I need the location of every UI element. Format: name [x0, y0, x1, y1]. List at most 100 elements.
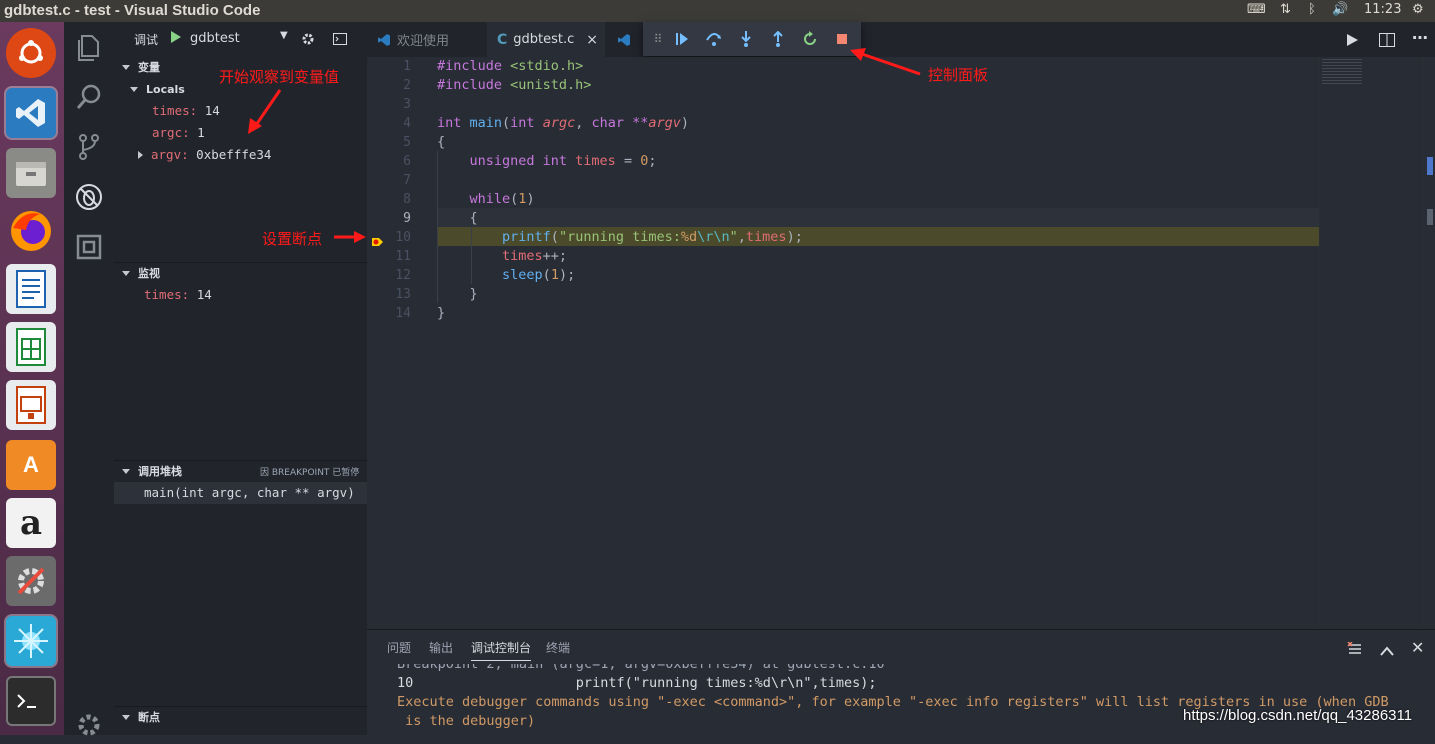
code-line: times++;	[437, 248, 568, 264]
code-line: printf("running times:%d\r\n",times);	[437, 229, 803, 245]
watch-item[interactable]: times: 14	[144, 287, 212, 302]
tab-terminal[interactable]: 终端	[546, 639, 570, 656]
line-number: 6	[403, 154, 411, 169]
editor-scrollbar[interactable]	[1423, 57, 1435, 629]
ubuntu-dash-icon[interactable]	[6, 28, 56, 78]
tab-problems[interactable]: 问题	[387, 639, 411, 656]
run-icon[interactable]	[1345, 32, 1359, 51]
amazon-icon[interactable]: a	[6, 498, 56, 548]
watch-title: 监视	[138, 267, 160, 280]
code-line: }	[437, 305, 446, 321]
explorer-icon[interactable]	[74, 32, 104, 62]
annotation-watch-vars: 开始观察到变量值	[219, 68, 340, 86]
network-icon[interactable]: ⇅	[1280, 2, 1291, 17]
chevron-down-icon[interactable]: ▼	[280, 30, 288, 41]
annotation-breakpoint: 设置断点	[262, 230, 323, 248]
impress-icon[interactable]	[6, 380, 56, 430]
code-line: }	[437, 286, 478, 302]
more-actions-icon[interactable]: ⋯	[1412, 28, 1428, 47]
code-line: #include <stdio.h>	[437, 58, 584, 74]
system-settings-icon[interactable]	[6, 556, 56, 606]
tab-gdbtest[interactable]: C gdbtest.c ×	[487, 22, 605, 57]
calc-icon[interactable]	[6, 322, 56, 372]
close-icon[interactable]: ×	[586, 32, 598, 48]
variables-title: 变量	[138, 61, 160, 74]
close-panel-icon[interactable]: ✕	[1411, 638, 1424, 657]
tab-welcome[interactable]: 欢迎使用	[367, 22, 485, 57]
callstack-section-header[interactable]: 调用堆栈 因 BREAKPOINT 已暂停	[114, 460, 367, 482]
writer-icon[interactable]	[6, 264, 56, 314]
vscode-file-icon	[378, 33, 390, 46]
variable-item[interactable]: times: 14	[152, 103, 220, 118]
gear-icon[interactable]	[301, 32, 315, 49]
clock[interactable]: 11:23	[1364, 2, 1401, 17]
window-title: gdbtest.c - test - Visual Studio Code	[4, 2, 261, 19]
stop-icon[interactable]	[831, 28, 853, 50]
variable-item[interactable]: argc: 1	[152, 125, 205, 140]
terminal-icon[interactable]	[6, 676, 56, 726]
console-line: Breakpoint 2, main (argc=1, argv=0xbefff…	[397, 664, 885, 672]
maximize-panel-icon[interactable]	[1380, 641, 1394, 660]
debug-config-select[interactable]: gdbtest	[190, 31, 240, 46]
step-over-icon[interactable]	[703, 28, 725, 50]
start-debug-icon[interactable]	[170, 30, 182, 47]
c-file-icon: C	[497, 31, 508, 48]
debug-label: 调试	[134, 33, 159, 47]
app-icon[interactable]	[6, 616, 56, 666]
extensions-icon[interactable]	[74, 232, 104, 262]
step-out-icon[interactable]	[767, 28, 789, 50]
chevron-down-icon	[122, 270, 130, 276]
vscode-icon[interactable]	[6, 88, 56, 138]
stack-frame[interactable]: main(int argc, char ** argv)	[114, 482, 367, 504]
variable-item[interactable]: argv: 0xbefffe34	[138, 147, 271, 162]
code-editor[interactable]: 1 2 3 4 5 6 7 8 9 10 11 12 13 14 #includ…	[367, 57, 1435, 629]
minimap[interactable]	[1319, 57, 1423, 629]
activity-bar	[64, 22, 114, 736]
scroll-marker	[1427, 157, 1433, 175]
line-number: 4	[403, 116, 411, 131]
vscode-file-icon	[618, 33, 630, 46]
search-icon[interactable]	[74, 82, 104, 112]
restart-icon[interactable]	[799, 28, 821, 50]
breakpoints-section-header[interactable]: 断点	[114, 706, 367, 728]
source-control-icon[interactable]	[74, 132, 104, 162]
debug-icon[interactable]	[74, 182, 104, 212]
watch-section-header[interactable]: 监视	[114, 262, 367, 284]
annotation-control-panel: 控制面板	[928, 66, 989, 84]
launcher: A a	[0, 22, 64, 735]
step-into-icon[interactable]	[735, 28, 757, 50]
ubuntu-top-bar: gdbtest.c - test - Visual Studio Code ⌨ …	[0, 0, 1435, 22]
tab-partial[interactable]	[607, 22, 647, 57]
chevron-down-icon	[130, 86, 138, 92]
bluetooth-icon[interactable]: ᛒ	[1308, 2, 1316, 17]
clear-console-icon[interactable]	[1347, 641, 1363, 660]
chevron-right-icon	[138, 151, 143, 159]
firefox-icon[interactable]	[6, 206, 56, 256]
line-number: 7	[403, 173, 411, 188]
drag-handle-icon[interactable]: ⠿	[647, 28, 669, 50]
files-icon[interactable]	[6, 148, 56, 198]
manage-gear-icon[interactable]	[74, 710, 104, 740]
continue-icon[interactable]	[671, 28, 693, 50]
line-number: 2	[403, 78, 411, 93]
annotation-arrow	[334, 231, 366, 243]
power-icon[interactable]: ⚙	[1412, 2, 1424, 17]
debug-console-icon[interactable]	[333, 33, 347, 48]
debug-toolbar-header: 调试 gdbtest ▼	[114, 22, 367, 56]
split-editor-icon[interactable]	[1379, 32, 1395, 51]
software-center-icon[interactable]: A	[6, 440, 56, 490]
debug-console-output[interactable]: Breakpoint 2, main (argc=1, argv=0xbefff…	[367, 664, 1435, 736]
line-number: 1	[403, 59, 411, 74]
paused-status: 因 BREAKPOINT 已暂停	[260, 468, 360, 478]
code-line: {	[437, 134, 446, 150]
line-number: 13	[395, 287, 411, 302]
console-line: is the debugger)	[397, 713, 536, 729]
tab-output[interactable]: 输出	[429, 639, 453, 656]
line-number: 9	[403, 211, 411, 226]
chevron-down-icon	[122, 468, 130, 474]
debug-control-toolbar: ⠿	[643, 22, 861, 56]
keyboard-icon[interactable]: ⌨	[1247, 2, 1266, 17]
volume-icon[interactable]: 🔊	[1332, 2, 1348, 17]
tab-debug-console[interactable]: 调试控制台	[471, 639, 532, 661]
chevron-down-icon	[122, 64, 130, 70]
